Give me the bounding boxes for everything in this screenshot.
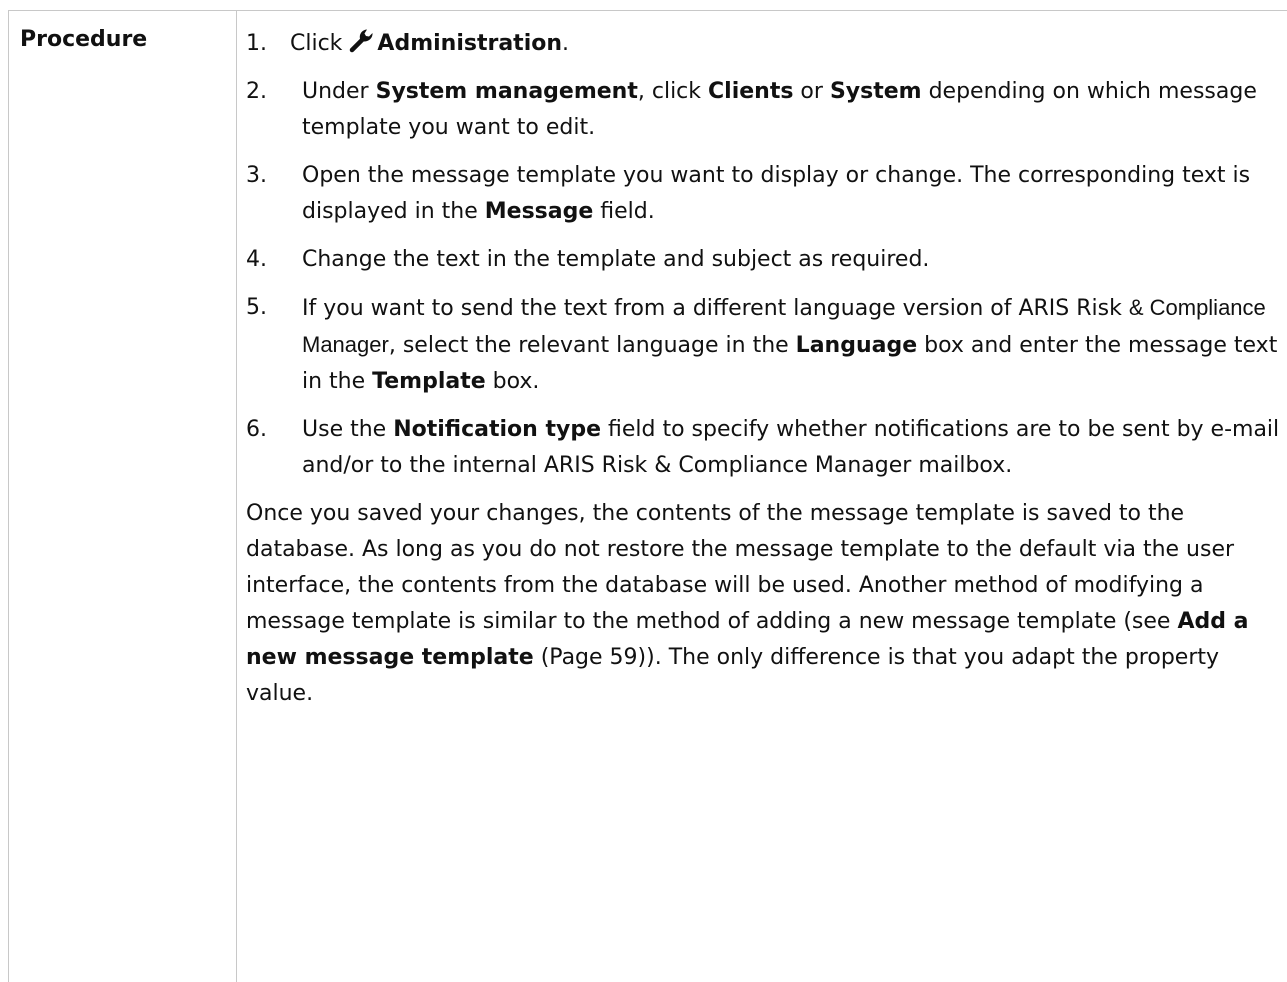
text-run: Once you saved your changes, the content…	[246, 501, 1235, 634]
step-number: 2.	[246, 79, 267, 104]
step-text: Change the text in the template and subj…	[302, 247, 929, 272]
bold-term: Template	[372, 369, 486, 394]
text-run: .	[562, 31, 570, 56]
text-run: or	[793, 79, 830, 104]
procedure-step: 2. Under System management, click Clients…	[246, 74, 1286, 146]
step-text: Use the Notification type field to speci…	[302, 417, 1279, 478]
text-run: , select the relevant language in the	[388, 333, 796, 358]
bold-term: Clients	[708, 79, 794, 104]
text-run: , click	[637, 79, 709, 104]
step-text: If you want to send the text from a diff…	[302, 295, 1277, 394]
step-text: Click Administration.	[290, 29, 570, 56]
text-run: Change the text in the template and subj…	[302, 247, 930, 272]
step-number: 1.	[246, 31, 267, 56]
document-page: Procedure 1. Click Administration. 2. Under…	[0, 0, 1287, 982]
bold-term: System	[829, 79, 922, 104]
text-run: If you want to send the text from a diff…	[302, 296, 1129, 321]
bold-term: Administration	[377, 31, 563, 56]
procedure-note-paragraph: Once you saved your changes, the content…	[246, 496, 1286, 712]
step-number: 5.	[246, 295, 267, 320]
procedure-label: Procedure	[20, 27, 148, 52]
step-text: Under System management, click Clients o…	[302, 79, 1257, 140]
text-run: field.	[593, 199, 655, 224]
wrench-icon	[349, 27, 375, 53]
text-run: Use the	[302, 417, 394, 442]
procedure-step: 1. Click Administration.	[246, 26, 1286, 62]
step-number: 3.	[246, 163, 267, 188]
step-number: 6.	[246, 417, 267, 442]
step-text: Open the message template you want to di…	[302, 163, 1250, 224]
procedure-step: 5. If you want to send the text from a di…	[246, 290, 1286, 400]
procedure-step: 3. Open the message template you want to …	[246, 158, 1286, 230]
bold-term: Message	[484, 199, 594, 224]
text-run: Under	[302, 79, 376, 104]
bold-term: Language	[795, 333, 918, 358]
text-run: box.	[485, 369, 540, 394]
procedure-step: 4. Change the text in the template and su…	[246, 242, 1286, 278]
bold-term: Notification type	[393, 417, 601, 442]
bold-term: System management	[375, 79, 638, 104]
table-left-border	[8, 10, 9, 982]
procedure-content: 1. Click Administration. 2. Under System ma…	[246, 26, 1286, 712]
text-run: Click	[290, 31, 350, 56]
text-run: Open the message template you want to di…	[302, 163, 1251, 224]
procedure-step: 6. Use the Notification type field to spe…	[246, 412, 1286, 484]
step-number: 4.	[246, 247, 267, 272]
table-top-border	[8, 10, 1287, 11]
table-column-divider	[236, 10, 237, 982]
procedure-steps-list: 1. Click Administration. 2. Under System ma…	[246, 26, 1286, 484]
